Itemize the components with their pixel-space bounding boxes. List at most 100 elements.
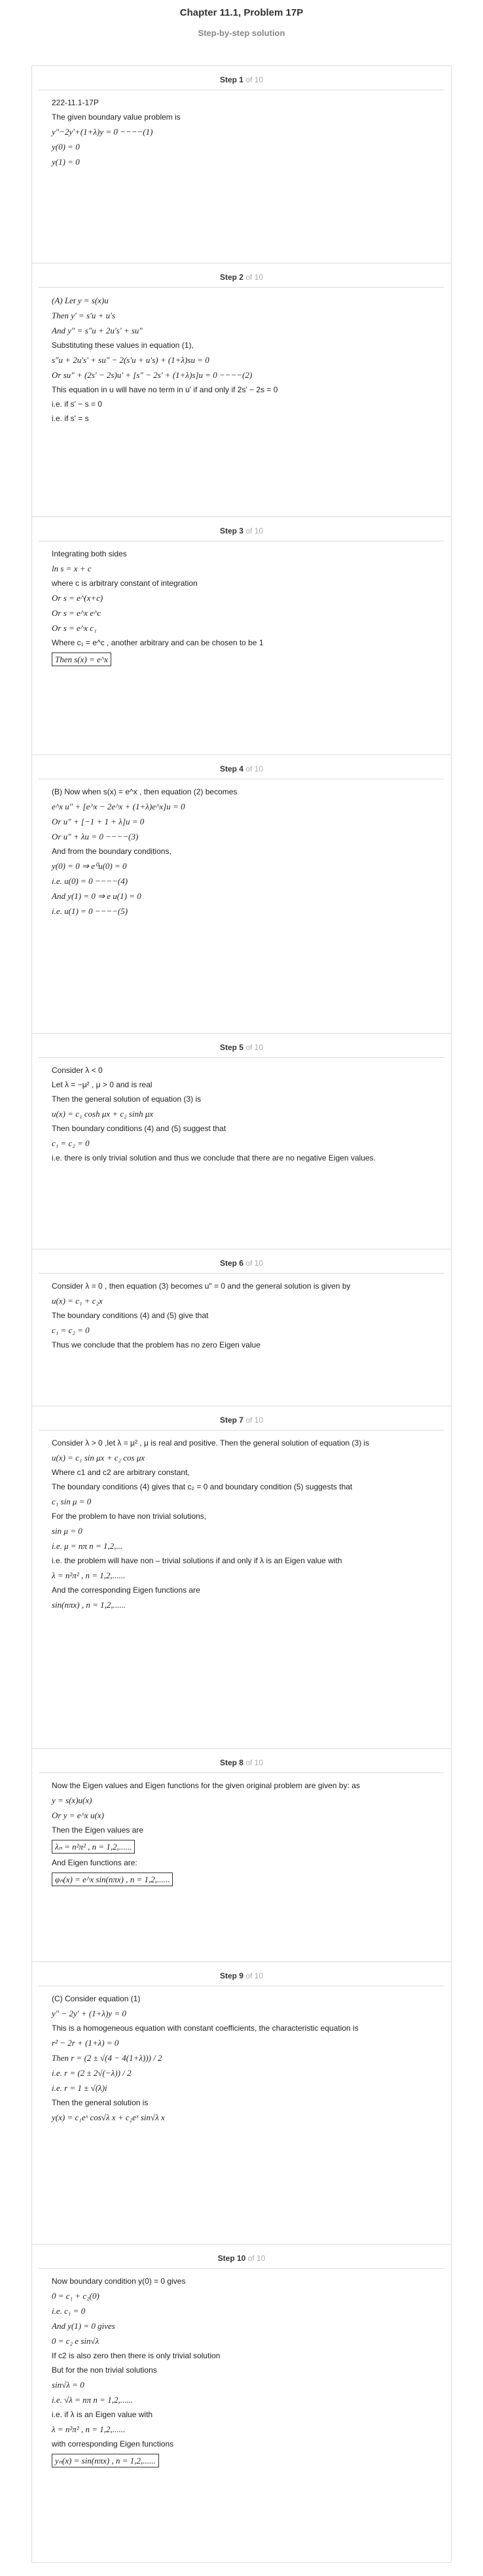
- equation-line: i.e. √λ = nπ n = 1,2,......: [52, 2395, 431, 2405]
- line-text: Then y' = s'u + u's: [52, 311, 116, 320]
- equation-line: (A) Let y = s(x)u: [52, 296, 431, 306]
- text-line: Consider λ > 0 ,let λ = μ² , μ is real a…: [52, 1438, 431, 1448]
- equation-line: y(1) = 0: [52, 157, 431, 167]
- step-content: Now boundary condition y(0) = 0 gives 0 =…: [32, 2269, 451, 2467]
- step-label: Step 5: [219, 1043, 243, 1052]
- step-3: Step 3 of 10 Integrating both sides ln s =…: [31, 517, 452, 754]
- equation-line: sin(nπx) , n = 1,2,......: [52, 1600, 431, 1610]
- step-1: Step 1 of 10 222-11.1-17P The given bounda…: [31, 65, 452, 263]
- equation-line: y(0) = 0 ⇒ e⁰u(0) = 0: [52, 861, 431, 872]
- line-text: i.e. r = (2 ± 2√(−λ)) / 2: [52, 2068, 132, 2078]
- step-heading: Step 7 of 10: [32, 1406, 451, 1430]
- text-line: with corresponding Eigen functions: [52, 2439, 431, 2449]
- line-text: sin μ = 0: [52, 1526, 82, 1536]
- text-line: i.e. if λ is an Eigen value with: [52, 2410, 431, 2420]
- equation-line: c₁ sin μ = 0: [52, 1497, 431, 1507]
- line-text: Integrating both sides: [52, 549, 127, 558]
- step-content: (C) Consider equation (1) y" − 2y' + (1+λ…: [32, 1986, 451, 2123]
- line-text: s"u + 2u's' + su" − 2(s'u + u's) + (1+λ)…: [52, 355, 209, 365]
- equation-line: c₁ = c₂ = 0: [52, 1325, 431, 1336]
- equation-line: λ = n²π² , n = 1,2,......: [52, 1570, 431, 1581]
- step-4: Step 4 of 10 (B) Now when s(x) = e^x , th…: [31, 754, 452, 1033]
- line-text: Then r = (2 ± √(4 − 4(1+λ))) / 2: [52, 2053, 162, 2063]
- equation-line: u(x) = c₁ sin μx + c₂ cos μx: [52, 1453, 431, 1463]
- line-text: The given boundary value problem is: [52, 112, 181, 122]
- line-text: i.e. if λ is an Eigen value with: [52, 2410, 153, 2419]
- line-text: i.e. if s' = s: [52, 414, 89, 423]
- equation-line: Or u" + [−1 + 1 + λ]u = 0: [52, 817, 431, 827]
- text-line: Substituting these values in equation (1…: [52, 341, 431, 350]
- step-content: Consider λ > 0 ,let λ = μ² , μ is real a…: [32, 1431, 451, 1610]
- step-heading: Step 8 of 10: [32, 1749, 451, 1772]
- step-content: Consider λ = 0 , then equation (3) becom…: [32, 1274, 451, 1350]
- line-text: (C) Consider equation (1): [52, 1994, 141, 2003]
- line-text: i.e. u(0) = 0 −−−−(4): [52, 876, 128, 886]
- line-text: u(x) = c₁ cosh μx + c₂ sinh μx: [52, 1109, 154, 1119]
- equation-line: y = s(x)u(x): [52, 1795, 431, 1806]
- page-title: Chapter 11.1, Problem 17P: [179, 7, 304, 18]
- line-text: (B) Now when s(x) = e^x , then equation …: [52, 787, 238, 796]
- text-line: Then boundary conditions (4) and (5) sug…: [52, 1124, 431, 1134]
- line-text: y(0) = 0: [52, 142, 80, 152]
- equation-line: u(x) = c₁ cosh μx + c₂ sinh μx: [52, 1109, 431, 1119]
- line-text: And the corresponding Eigen functions ar…: [52, 1585, 200, 1595]
- equation-line: i.e. μ = nπ n = 1,2,...: [52, 1541, 431, 1551]
- step-8: Step 8 of 10 Now the Eigen values and Eig…: [31, 1748, 452, 1961]
- line-text: y(x) = c₁eˣ cos√λ x + c₂eˣ sin√λ x: [52, 2112, 165, 2122]
- line-text: i.e. if s' − s = 0: [52, 399, 102, 409]
- text-line: i.e. the problem will have non – trivial…: [52, 1556, 431, 1566]
- line-text: Then the Eigen values are: [52, 1825, 144, 1835]
- line-text: And y" = s"u + 2u's' + su": [52, 326, 143, 335]
- step-content: (B) Now when s(x) = e^x , then equation …: [32, 779, 451, 917]
- equation-line: Or su" + (2s' − 2s)u' + [s" − 2s' + (1+λ…: [52, 370, 431, 381]
- line-text: 222-11.1-17P: [52, 98, 99, 107]
- text-line: (B) Now when s(x) = e^x , then equation …: [52, 787, 431, 797]
- step-of-total: of 10: [243, 1415, 264, 1425]
- line-text: φₙ(x) = e^x sin(nπx) , n = 1,2,......: [52, 1873, 173, 1886]
- equation-line: sin√λ = 0: [52, 2380, 431, 2390]
- equation-line: And y(1) = 0 gives: [52, 2321, 431, 2331]
- text-line: Where c₁ = e^c , another arbitrary and c…: [52, 638, 431, 648]
- step-label: Step 9: [219, 1971, 243, 1980]
- line-text: λₙ = n²π² , n = 1,2,......: [52, 1840, 135, 1854]
- step-of-total: of 10: [243, 1043, 264, 1052]
- line-text: u(x) = c₁ + c₂x: [52, 1296, 103, 1306]
- step-label: Step 1: [219, 75, 243, 84]
- step-of-total: of 10: [243, 526, 264, 535]
- line-text: This equation in u will have no term in …: [52, 385, 278, 394]
- line-text: Where c₁ = e^c , another arbitrary and c…: [52, 638, 264, 647]
- line-text: Or y = e^x u(x): [52, 1810, 104, 1820]
- line-text: i.e. there is only trivial solution and …: [52, 1153, 376, 1162]
- line-text: with corresponding Eigen functions: [52, 2439, 174, 2449]
- step-of-total: of 10: [243, 1259, 264, 1268]
- line-text: Then the general solution of equation (3…: [52, 1094, 202, 1104]
- line-text: Or s = e^x e^c: [52, 608, 101, 618]
- line-text: i.e. u(1) = 0 −−−−(5): [52, 906, 128, 916]
- equation-line: i.e. r = 1 ± √(λ)i: [52, 2083, 431, 2093]
- line-text: c₁ = c₂ = 0: [52, 1138, 90, 1148]
- boxed-result: φₙ(x) = e^x sin(nπx) , n = 1,2,......: [52, 1873, 431, 1886]
- line-text: Now the Eigen values and Eigen functions…: [52, 1781, 360, 1790]
- step-heading: Step 2 of 10: [32, 263, 451, 287]
- text-line: This is a homogeneous equation with cons…: [52, 2024, 431, 2033]
- line-text: Or s = e^(x+c): [52, 593, 103, 603]
- equation-line: 0 = c₂ e sin√λ: [52, 2336, 431, 2347]
- line-text: For the problem to have non trivial solu…: [52, 1512, 207, 1521]
- line-text: And y(1) = 0 ⇒ e u(1) = 0: [52, 891, 141, 901]
- step-of-total: of 10: [243, 764, 264, 773]
- text-line: The boundary conditions (4) gives that c…: [52, 1482, 431, 1492]
- line-text: y = s(x)u(x): [52, 1795, 92, 1805]
- text-line: i.e. if s' = s: [52, 414, 431, 424]
- text-line: The boundary conditions (4) and (5) give…: [52, 1311, 431, 1321]
- step-content: Now the Eigen values and Eigen functions…: [32, 1773, 451, 1886]
- line-text: Or su" + (2s' − 2s)u' + [s" − 2s' + (1+λ…: [52, 370, 253, 380]
- line-text: Then the general solution is: [52, 2098, 149, 2107]
- line-text: Or u" + λu = 0 −−−−(3): [52, 832, 139, 841]
- text-line: For the problem to have non trivial solu…: [52, 1512, 431, 1521]
- equation-line: s"u + 2u's' + su" − 2(s'u + u's) + (1+λ)…: [52, 355, 431, 365]
- line-text: Consider λ > 0 ,let λ = μ² , μ is real a…: [52, 1438, 370, 1448]
- text-line: Integrating both sides: [52, 549, 431, 559]
- line-text: And from the boundary conditions,: [52, 847, 171, 856]
- line-text: Thus we conclude that the problem has no…: [52, 1340, 260, 1349]
- line-text: λ = n²π² , n = 1,2,......: [52, 2424, 126, 2434]
